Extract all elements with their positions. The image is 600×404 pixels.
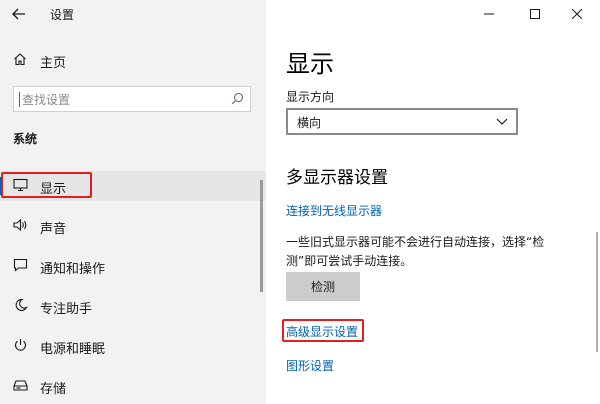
sidebar-item-label: 电源和睡眠 bbox=[40, 342, 106, 357]
home-icon bbox=[14, 53, 26, 66]
highlight-box bbox=[1, 172, 92, 198]
close-button[interactable] bbox=[554, 0, 600, 28]
notification-icon bbox=[13, 258, 28, 272]
home-nav-item[interactable]: 主页 bbox=[0, 48, 266, 74]
sidebar-item-power-sleep[interactable]: 电源和睡眠 bbox=[0, 331, 266, 361]
home-label: 主页 bbox=[40, 56, 67, 71]
multi-display-heading: 多显示器设置 bbox=[286, 168, 388, 188]
orientation-label: 显示方向 bbox=[286, 90, 335, 104]
sidebar-item-sound[interactable]: 声音 bbox=[0, 211, 266, 241]
storage-icon bbox=[13, 380, 28, 391]
orientation-value: 横向 bbox=[297, 116, 322, 130]
speaker-icon bbox=[13, 218, 27, 232]
minimize-icon bbox=[484, 13, 494, 15]
sidebar-item-label: 专注助手 bbox=[40, 302, 93, 317]
connect-wireless-display-link[interactable]: 连接到无线显示器 bbox=[286, 202, 382, 219]
sidebar-item-notifications[interactable]: 通知和操作 bbox=[0, 251, 266, 281]
power-icon bbox=[15, 339, 26, 351]
sidebar-item-focus-assist[interactable]: 专注助手 bbox=[0, 291, 266, 321]
minimize-button[interactable] bbox=[466, 0, 512, 28]
back-button[interactable] bbox=[8, 3, 30, 25]
content-scrollbar[interactable] bbox=[596, 232, 598, 352]
chevron-down-icon bbox=[496, 118, 508, 125]
search-input[interactable] bbox=[20, 89, 224, 111]
section-heading: 系统 bbox=[13, 132, 38, 146]
search-box[interactable] bbox=[13, 86, 251, 112]
sidebar-item-label: 存储 bbox=[40, 382, 67, 397]
detect-button[interactable]: 检测 bbox=[286, 272, 360, 301]
sidebar-item-label: 通知和操作 bbox=[40, 262, 106, 277]
maximize-icon bbox=[530, 9, 540, 19]
graphics-settings-link[interactable]: 图形设置 bbox=[286, 357, 334, 374]
page-title: 显示 bbox=[286, 50, 334, 78]
sidebar-titlebar: 设置 bbox=[0, 0, 266, 28]
close-icon bbox=[572, 9, 582, 19]
sidebar-scrollbar[interactable] bbox=[260, 180, 263, 292]
search-icon[interactable] bbox=[231, 92, 244, 105]
orientation-dropdown[interactable]: 横向 bbox=[286, 108, 518, 135]
back-arrow-icon bbox=[12, 8, 25, 20]
sidebar-item-storage[interactable]: 存储 bbox=[0, 371, 266, 401]
settings-sidebar: 设置 主页 系统 显示 声音 bbox=[0, 0, 266, 404]
window-title: 设置 bbox=[50, 8, 75, 22]
settings-content: 显示 显示方向 横向 多显示器设置 连接到无线显示器 一些旧式显示器可能不会进行… bbox=[266, 0, 600, 404]
moon-icon bbox=[15, 298, 28, 312]
detect-description: 一些旧式显示器可能不会进行自动连接，选择“检测”即可尝试手动连接。 bbox=[286, 235, 545, 268]
maximize-button[interactable] bbox=[512, 0, 558, 28]
sidebar-item-label: 声音 bbox=[40, 222, 67, 237]
highlight-box bbox=[282, 319, 364, 342]
